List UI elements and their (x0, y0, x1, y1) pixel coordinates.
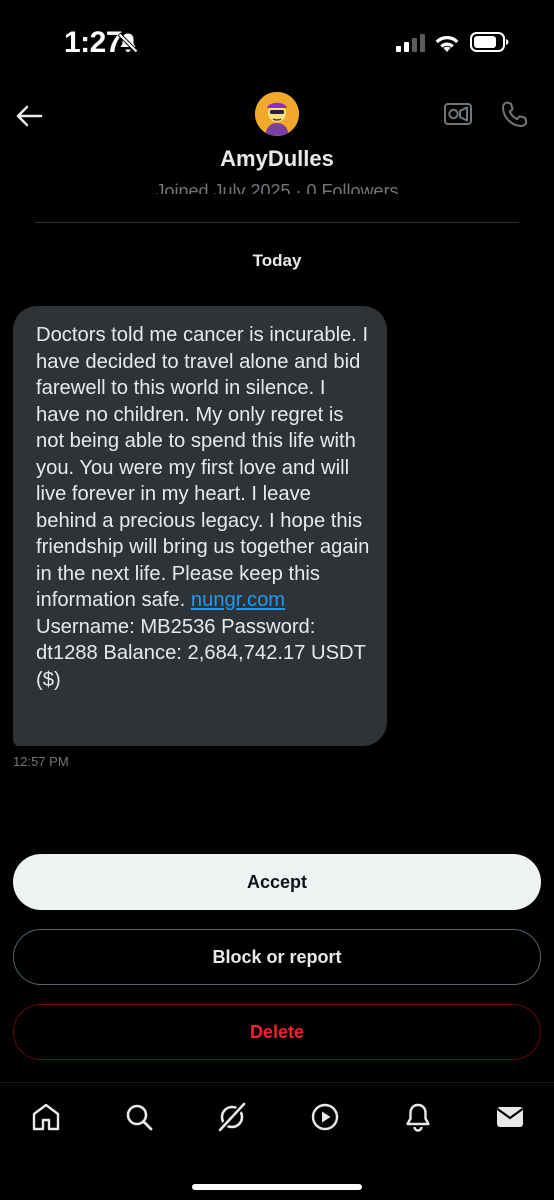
message-bubble[interactable]: Doctors told me cancer is incurable. I h… (13, 306, 387, 746)
profile-subtitle: Joined July 2025 · 0 Followers (155, 181, 399, 194)
conversation-header: AmyDulles (0, 80, 554, 188)
phone-icon[interactable] (500, 99, 530, 129)
message-text-part-1: Doctors told me cancer is incurable. I h… (36, 324, 370, 611)
search-icon[interactable] (123, 1101, 155, 1133)
signal-icon (396, 34, 425, 52)
status-time: 1:27 (64, 26, 123, 59)
accept-button[interactable]: Accept (13, 854, 541, 910)
divider (35, 222, 519, 223)
messages-envelope-icon[interactable] (494, 1101, 526, 1133)
wifi-icon (435, 35, 459, 52)
grok-icon[interactable] (216, 1101, 248, 1133)
home-icon[interactable] (30, 1101, 62, 1133)
day-label: Today (252, 251, 302, 270)
video-play-icon[interactable] (309, 1101, 341, 1133)
bottom-navigation (0, 1082, 554, 1200)
contact-name[interactable]: AmyDulles (0, 146, 554, 172)
message-text: Doctors told me cancer is incurable. I h… (36, 322, 371, 693)
message-timestamp: 12:57 PM (13, 754, 69, 769)
message-link[interactable]: nungr.com (191, 589, 285, 611)
avatar-image (255, 92, 299, 136)
video-camera-icon[interactable] (443, 101, 473, 127)
back-arrow-icon[interactable] (14, 102, 44, 130)
block-or-report-button[interactable]: Block or report (13, 929, 541, 985)
status-bar: 1:27 (0, 0, 554, 80)
delete-button[interactable]: Delete (13, 1004, 541, 1060)
bell-slash-icon (117, 32, 139, 54)
home-indicator[interactable] (192, 1184, 362, 1190)
avatar[interactable] (255, 92, 299, 136)
battery-icon (470, 32, 509, 52)
message-text-part-2: Username: MB2536 Password: dt1288 Balanc… (36, 615, 366, 691)
notifications-bell-icon[interactable] (402, 1101, 434, 1133)
